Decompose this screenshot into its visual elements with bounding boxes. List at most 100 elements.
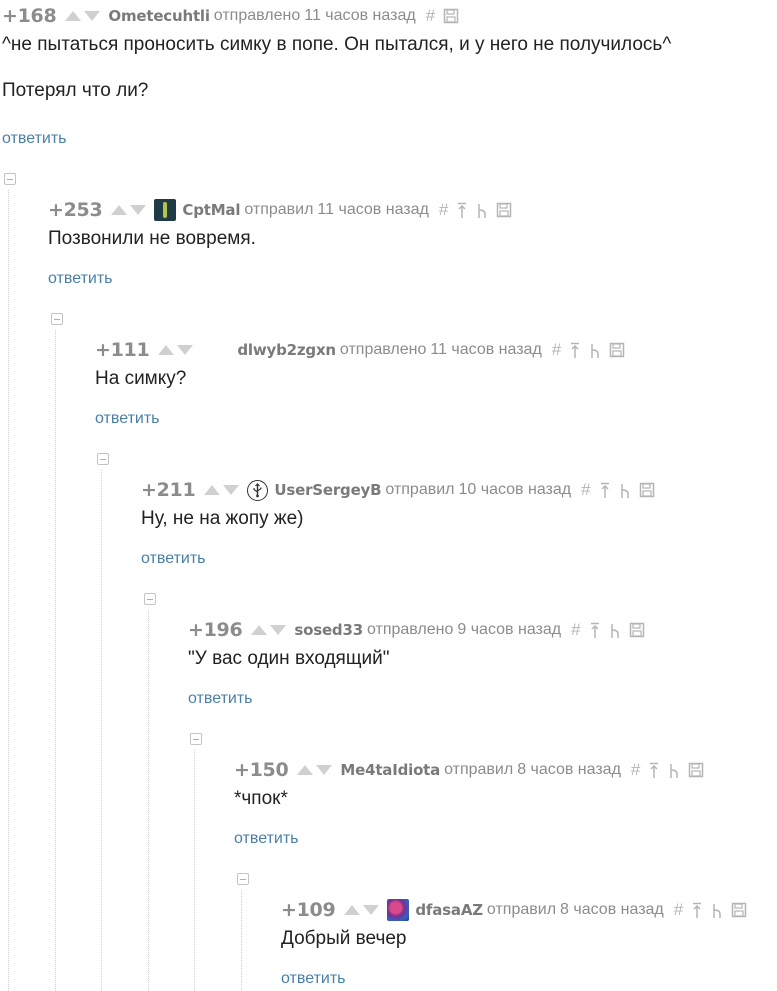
downvote-icon[interactable] — [223, 485, 240, 495]
collapse-thread-button[interactable] — [237, 873, 249, 885]
downvote-icon[interactable] — [130, 205, 147, 215]
reply-link[interactable]: ответить — [141, 550, 206, 568]
save-icon[interactable] — [443, 8, 459, 24]
upvote-icon[interactable] — [158, 345, 175, 355]
reply-link[interactable]: ответить — [2, 130, 67, 148]
go-to-thread-icon[interactable] — [609, 622, 621, 639]
upvote-icon[interactable] — [111, 205, 128, 215]
comment-time[interactable]: 10 часов назад — [458, 481, 571, 499]
comment-header: +168 Ometecuhtli отправлено 11 часов наз… — [2, 2, 467, 30]
go-to-thread-icon[interactable] — [619, 482, 631, 499]
comment-header: +111 dlwyb2zgxn отправлено 11 часов наза… — [95, 336, 633, 364]
comment-header: +109 dfasaAZ отправил 8 часов назад # — [281, 896, 755, 924]
comment-text-line: "У вас один входящий" — [188, 648, 390, 669]
collapse-thread-button[interactable] — [4, 173, 16, 185]
comment-text-line: Ну, не на жопу же) — [141, 508, 304, 529]
comment-author[interactable]: Me4taIdiota — [340, 761, 440, 779]
hash-icon[interactable]: # — [581, 480, 590, 500]
comment-verb: отправлено — [366, 621, 454, 638]
thread-line — [101, 470, 102, 991]
go-to-parent-icon[interactable] — [569, 342, 581, 359]
comment-author[interactable]: dlwyb2zgxn — [237, 341, 336, 359]
go-to-parent-icon[interactable] — [648, 762, 660, 779]
downvote-icon[interactable] — [363, 905, 380, 915]
downvote-icon[interactable] — [84, 11, 101, 21]
reply-link[interactable]: ответить — [234, 830, 299, 848]
thread-line — [8, 190, 9, 991]
save-icon[interactable] — [496, 202, 512, 218]
hash-icon[interactable]: # — [571, 620, 580, 640]
reply-link[interactable]: ответить — [188, 690, 253, 708]
upvote-icon[interactable] — [65, 11, 82, 21]
comment-tools: # — [581, 480, 662, 500]
comment-rating: +150 — [234, 759, 289, 781]
comment-body: Добрый вечер — [281, 928, 407, 950]
comment-author[interactable]: CptMal — [182, 201, 240, 219]
upvote-icon[interactable] — [344, 905, 361, 915]
comment-verb: отправил — [444, 761, 514, 778]
avatar[interactable] — [247, 479, 269, 501]
vote-controls — [297, 765, 333, 775]
comment-tools: # — [552, 340, 633, 360]
collapse-thread-button[interactable] — [51, 313, 63, 325]
upvote-icon[interactable] — [251, 625, 268, 635]
go-to-parent-icon[interactable] — [599, 482, 611, 499]
save-icon[interactable] — [609, 342, 625, 358]
go-to-parent-icon[interactable] — [589, 622, 601, 639]
hash-icon[interactable]: # — [439, 200, 448, 220]
comment-author[interactable]: UserSergeyB — [274, 481, 381, 499]
comment-tools: # — [571, 620, 652, 640]
comment-author[interactable]: sosed33 — [294, 621, 363, 639]
hash-icon[interactable]: # — [674, 900, 683, 920]
comment-tools: # — [674, 900, 755, 920]
vote-controls — [111, 205, 147, 215]
thread-line — [55, 330, 56, 991]
downvote-icon[interactable] — [270, 625, 287, 635]
comment-body: ^не пытаться проносить симку в попе. Он … — [2, 34, 671, 102]
comment-author[interactable]: dfasaAZ — [415, 901, 483, 919]
go-to-thread-icon[interactable] — [711, 902, 723, 919]
comment-text-line: Потерял что ли? — [2, 80, 149, 101]
save-icon[interactable] — [731, 902, 747, 918]
go-to-parent-icon[interactable] — [691, 902, 703, 919]
save-icon[interactable] — [688, 762, 704, 778]
avatar[interactable] — [201, 339, 231, 361]
comment-body: На симку? — [95, 368, 186, 390]
reply-link[interactable]: ответить — [95, 410, 160, 428]
comment-author[interactable]: Ometecuhtli — [108, 7, 210, 25]
comment-time[interactable]: 9 часов назад — [457, 621, 561, 639]
comment-header: +196 sosed33 отправлено 9 часов назад # — [188, 616, 653, 644]
go-to-parent-icon[interactable] — [456, 202, 468, 219]
go-to-thread-icon[interactable] — [476, 202, 488, 219]
comment-body: "У вас один входящий" — [188, 648, 389, 670]
comment-time[interactable]: 11 часов назад — [304, 7, 415, 25]
save-icon[interactable] — [629, 622, 645, 638]
vote-controls — [65, 11, 101, 21]
collapse-thread-button[interactable] — [97, 453, 109, 465]
go-to-thread-icon[interactable] — [589, 342, 601, 359]
comment-time[interactable]: 11 часов назад — [317, 201, 428, 219]
reply-link[interactable]: ответить — [281, 970, 346, 988]
reply-link[interactable]: ответить — [48, 270, 113, 288]
upvote-icon[interactable] — [297, 765, 314, 775]
comment-rating: +211 — [141, 479, 196, 501]
avatar[interactable] — [387, 899, 410, 921]
comment-body: Ну, не на жопу же) — [141, 508, 304, 530]
hash-icon[interactable]: # — [552, 340, 561, 360]
comment-time[interactable]: 11 часов назад — [430, 341, 541, 359]
collapse-thread-button[interactable] — [190, 733, 202, 745]
hash-icon[interactable]: # — [426, 6, 435, 26]
hash-icon[interactable]: # — [631, 760, 640, 780]
go-to-thread-icon[interactable] — [668, 762, 680, 779]
downvote-icon[interactable] — [177, 345, 194, 355]
avatar[interactable] — [154, 199, 177, 221]
comment-text-line: Добрый вечер — [281, 928, 407, 949]
comment-time[interactable]: 8 часов назад — [517, 761, 621, 779]
collapse-thread-button[interactable] — [144, 593, 156, 605]
comment-time[interactable]: 8 часов назад — [560, 901, 664, 919]
downvote-icon[interactable] — [316, 765, 333, 775]
upvote-icon[interactable] — [204, 485, 221, 495]
comment-body: *чпок* — [234, 788, 288, 810]
comment-rating: +253 — [48, 199, 103, 221]
save-icon[interactable] — [639, 482, 655, 498]
